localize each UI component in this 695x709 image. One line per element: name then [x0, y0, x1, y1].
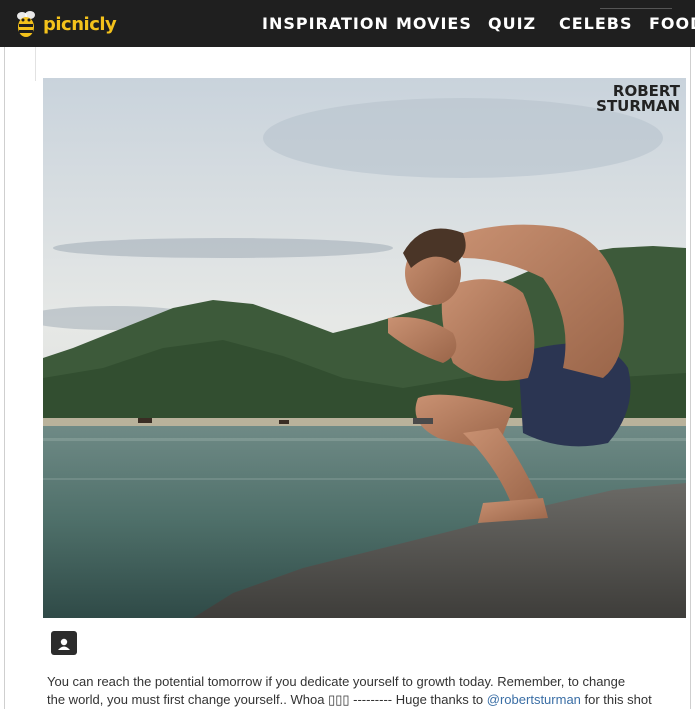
nav-inspiration[interactable]: INSPIRATION [262, 14, 389, 33]
top-navigation-bar: picnicly INSPIRATION MOVIES QUIZ CELEBS … [0, 0, 695, 47]
page-border-right [690, 47, 691, 709]
nav-food[interactable]: FOOD [649, 14, 695, 33]
nav-quiz[interactable]: QUIZ [488, 14, 536, 33]
caption-line-1: You can reach the potential tomorrow if … [47, 674, 626, 689]
caption-text: the world, you must first change yoursel… [47, 692, 487, 707]
yoga-photo-illustration [43, 78, 686, 618]
caption-line-2: the world, you must first change yoursel… [47, 691, 692, 709]
instagram-icon[interactable] [51, 631, 77, 655]
mention-link[interactable]: @robertsturman [487, 692, 581, 707]
post-caption: You can reach the potential tomorrow if … [47, 673, 692, 709]
content-divider [35, 47, 36, 81]
nav-movies[interactable]: MOVIES [396, 14, 472, 33]
photo-credit-line2: STURMAN [596, 97, 680, 115]
main-nav: INSPIRATION MOVIES QUIZ CELEBS FOOD [0, 0, 695, 47]
page-border-left [4, 47, 5, 709]
post-photo[interactable]: ROBERT STURMAN [43, 78, 686, 618]
person-silhouette-icon [57, 634, 71, 650]
photo-credit-watermark: ROBERT STURMAN [596, 84, 680, 114]
caption-text-end: for this shot [580, 692, 652, 707]
nav-celebs[interactable]: CELEBS [559, 14, 633, 33]
